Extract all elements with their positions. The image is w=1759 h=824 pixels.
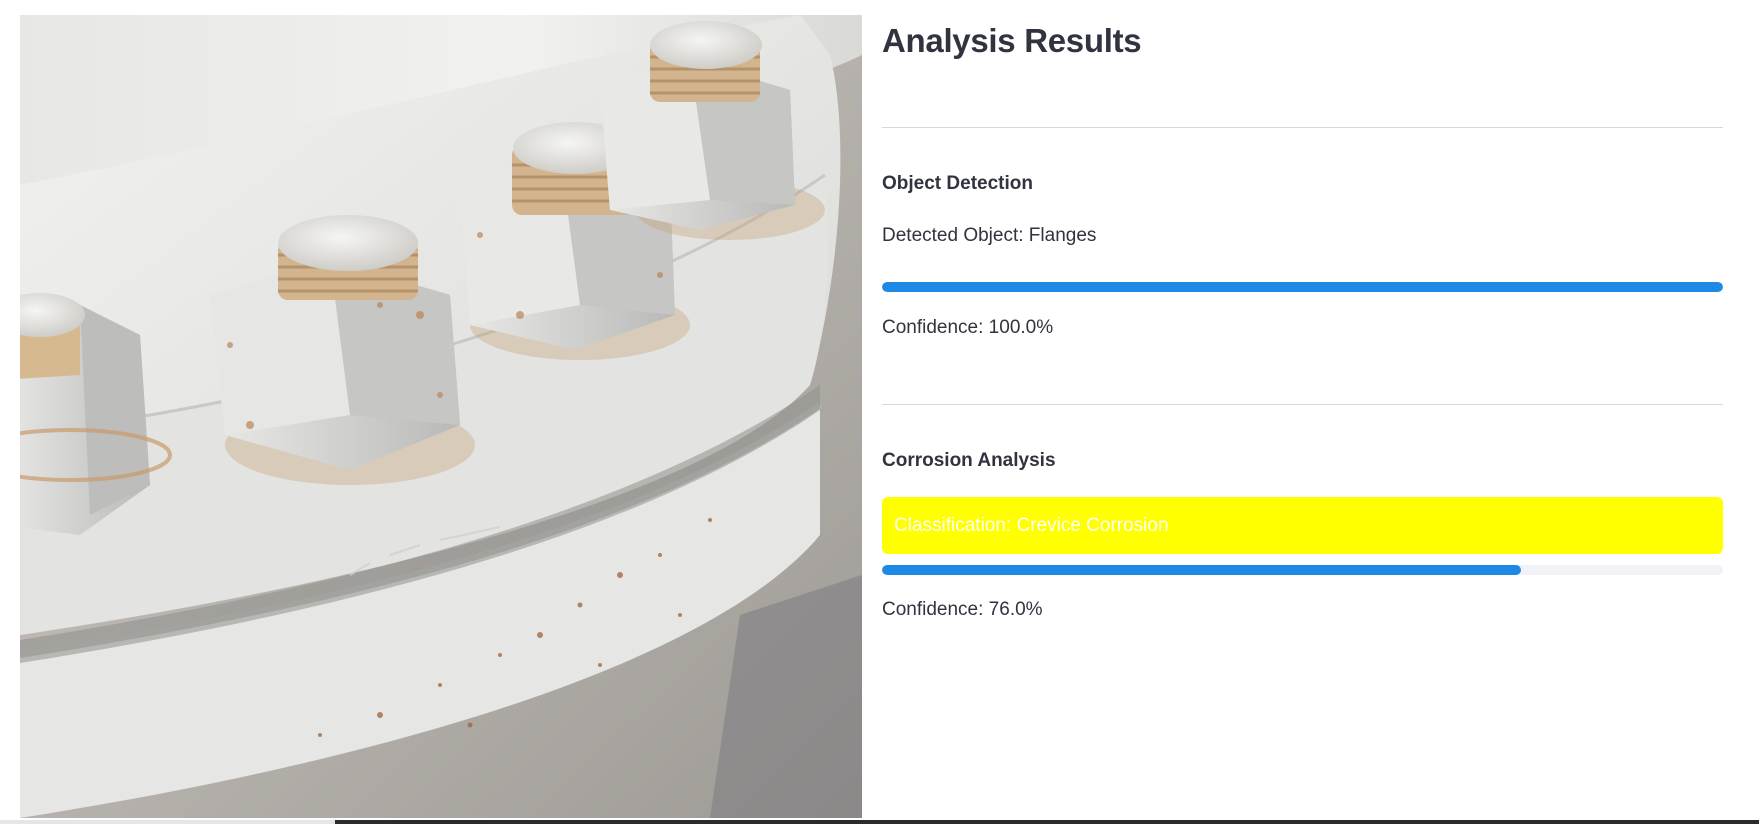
classification-text: Classification: Crevice Corrosion [894,514,1169,536]
corrosion-confidence-text: Confidence: 76.0% [882,599,1043,620]
object-confidence-progress-fill [882,282,1723,292]
object-confidence-progress [882,282,1723,292]
corrosion-confidence-progress-fill [882,565,1522,575]
classification-banner: Classification: Crevice Corrosion [882,497,1723,554]
divider [882,404,1723,405]
object-confidence-text: Confidence: 100.0% [882,317,1054,338]
corrosion-analysis-heading: Corrosion Analysis [882,450,1056,471]
divider [882,127,1723,128]
detected-object-text: Detected Object: Flanges [882,225,1097,246]
object-detection-heading: Object Detection [882,173,1033,194]
horizontal-scrollbar[interactable] [0,820,1759,824]
scrollbar-thumb[interactable] [335,820,1759,824]
page-title: Analysis Results [882,22,1142,59]
app-page: Analysis Results Object Detection Detect… [0,0,1759,824]
corrosion-confidence-progress [882,565,1723,575]
results-panel: Analysis Results Object Detection Detect… [882,0,1723,824]
uploaded-image [20,15,862,818]
